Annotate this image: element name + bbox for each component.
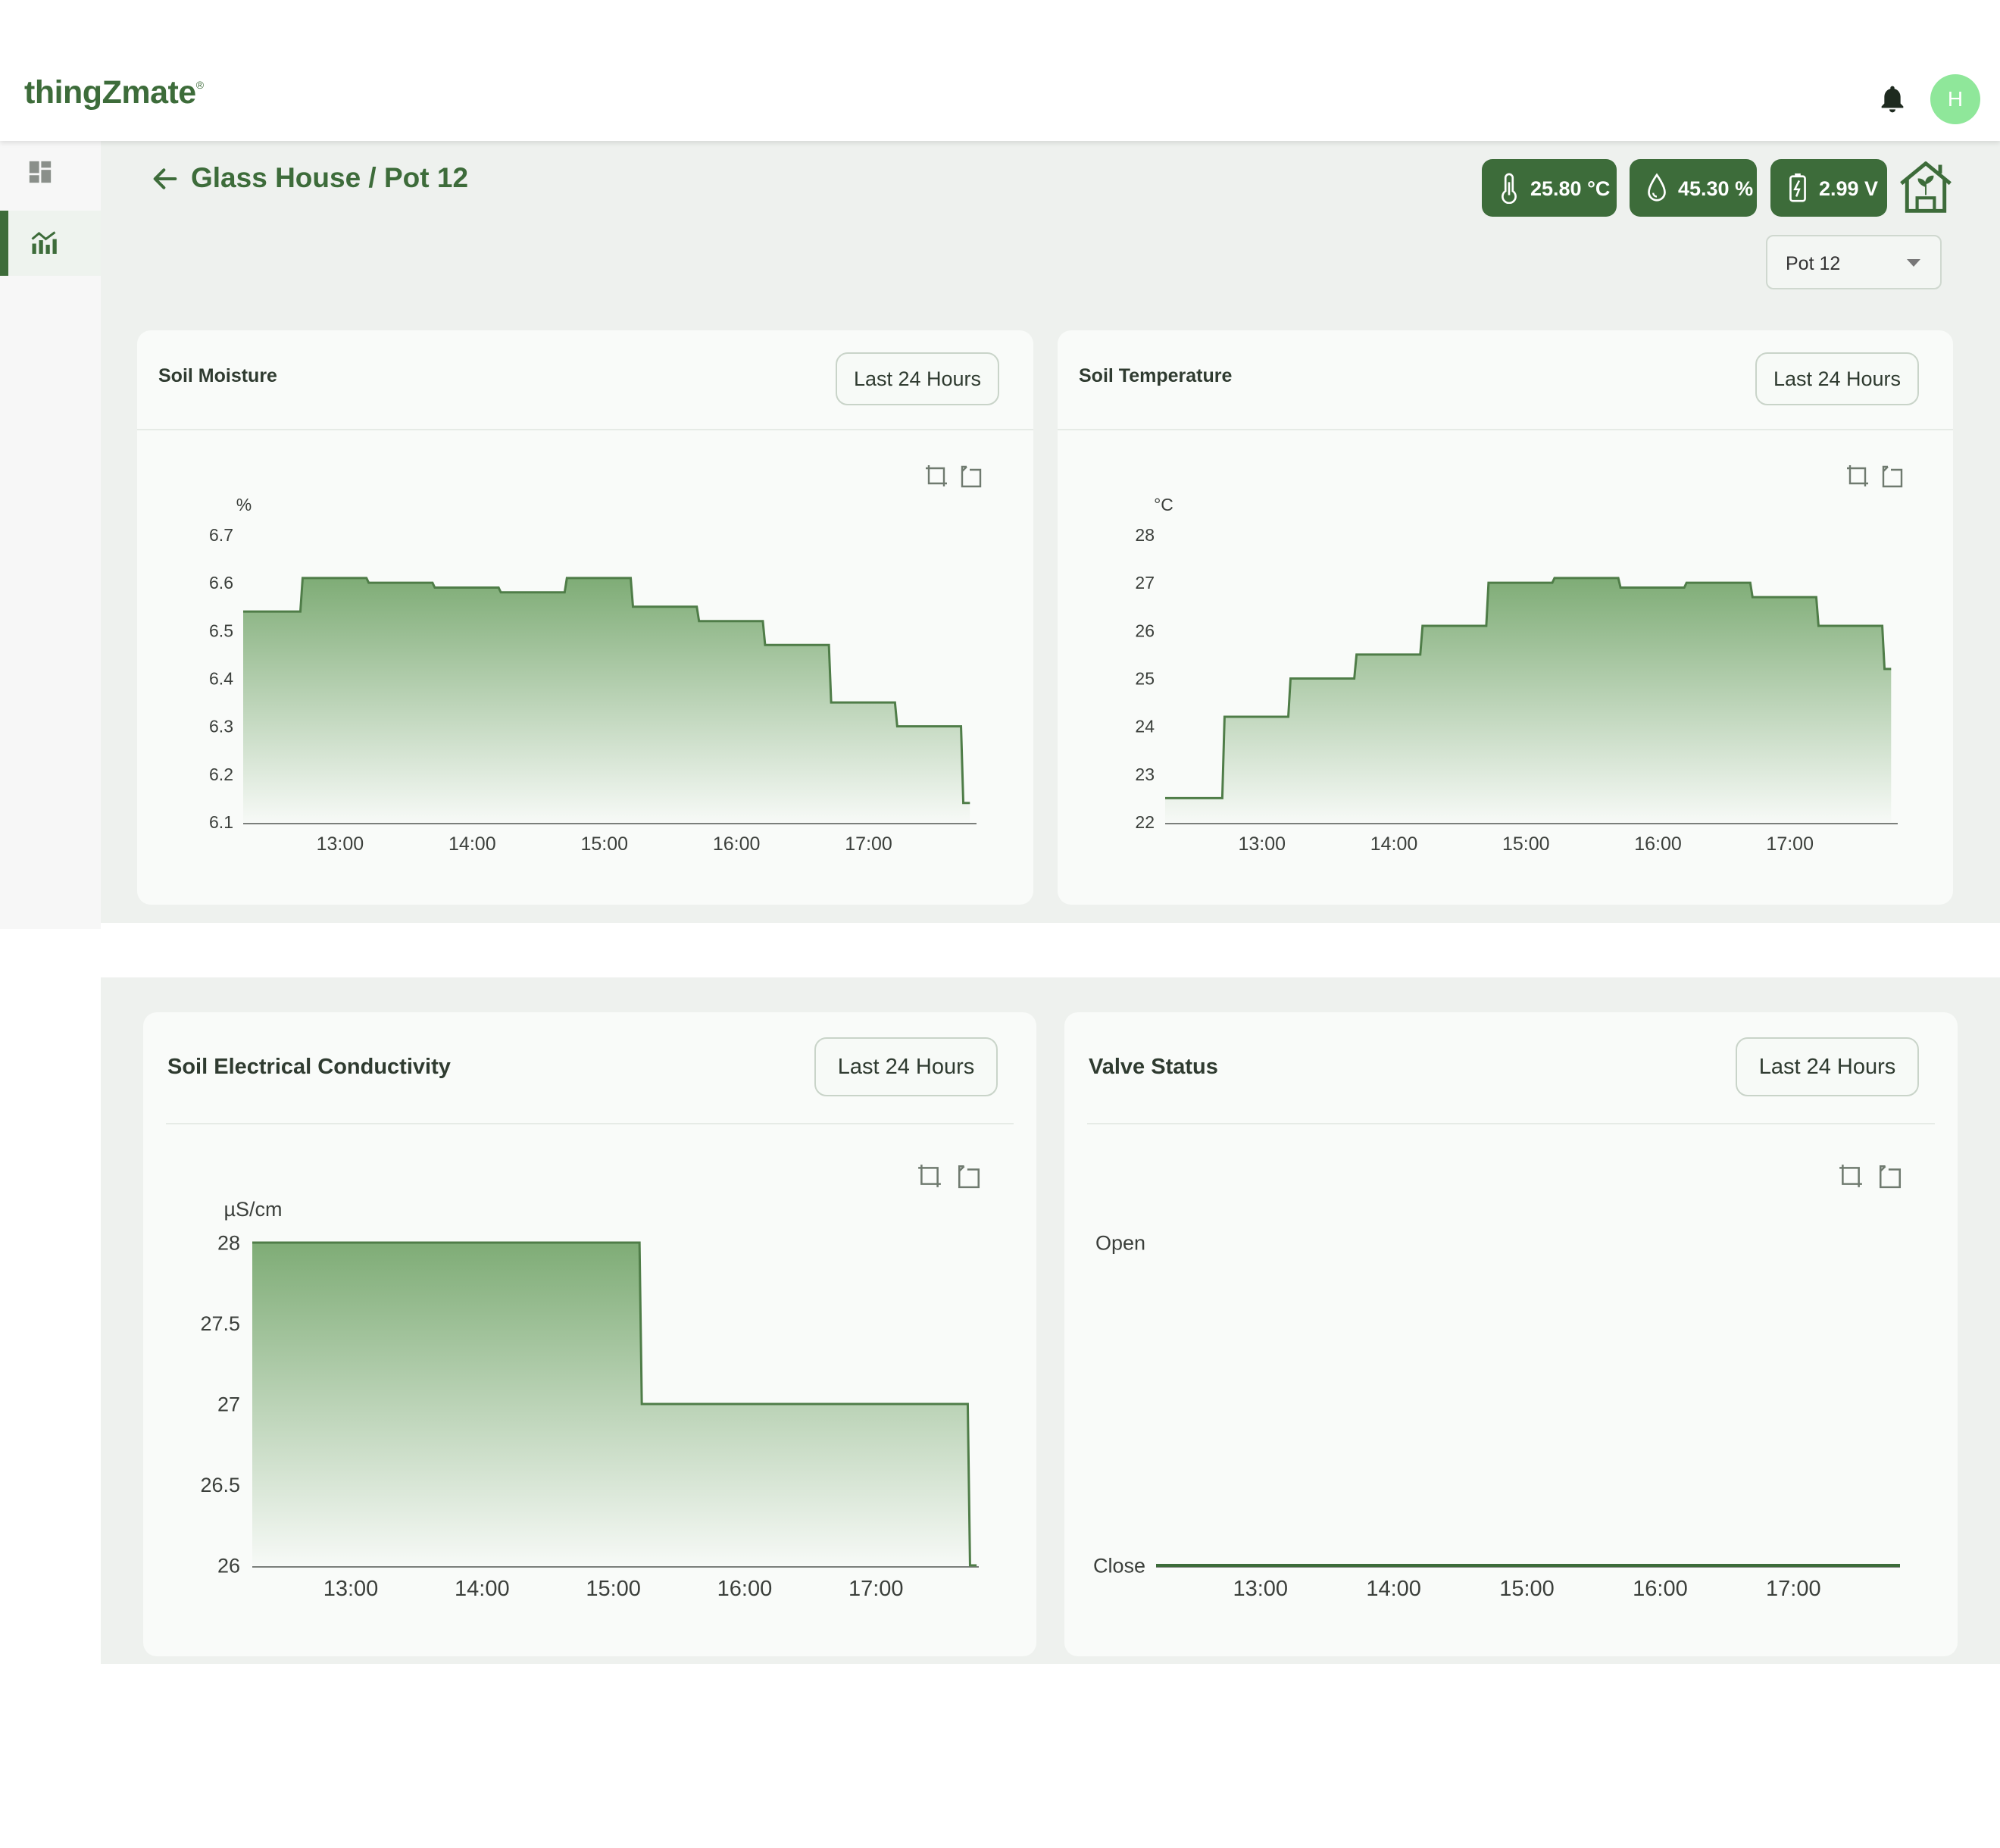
temperature-reading-chip: 25.80 °C bbox=[1482, 159, 1617, 217]
valve-status-card: Valve Status Last 24 Hours bbox=[1064, 1012, 1958, 1656]
humidity-value: 45.30 % bbox=[1678, 177, 1754, 200]
zoom-select-icon[interactable] bbox=[1845, 464, 1870, 488]
time-range-button[interactable]: Last 24 Hours bbox=[1755, 352, 1919, 405]
time-range-button[interactable]: Last 24 Hours bbox=[1736, 1037, 1919, 1096]
pot-select[interactable]: Pot 12 bbox=[1766, 235, 1942, 289]
card-title: Valve Status bbox=[1089, 1055, 1218, 1079]
zoom-select-icon[interactable] bbox=[1838, 1163, 1864, 1189]
reset-zoom-icon[interactable] bbox=[956, 1163, 982, 1189]
sidebar-item-analytics[interactable] bbox=[0, 211, 101, 276]
sidebar bbox=[0, 141, 101, 929]
logo[interactable]: thingZmate® bbox=[24, 74, 204, 111]
soil-temperature-card: Soil Temperature Last 24 Hours bbox=[1058, 330, 1953, 905]
dashboard-icon bbox=[29, 161, 52, 183]
back-arrow-icon[interactable] bbox=[150, 164, 180, 194]
card-divider bbox=[1058, 429, 1953, 430]
card-title: Soil Moisture bbox=[158, 365, 277, 386]
reset-zoom-icon[interactable] bbox=[959, 464, 983, 488]
humidity-reading-chip: 45.30 % bbox=[1630, 159, 1757, 217]
logo-registered-mark: ® bbox=[195, 79, 204, 91]
sidebar-item-dashboard[interactable] bbox=[0, 141, 101, 206]
chevron-down-icon bbox=[1907, 259, 1920, 267]
card-divider bbox=[166, 1123, 1014, 1124]
top-bar: thingZmate® H bbox=[0, 0, 2000, 141]
card-title: Soil Temperature bbox=[1079, 365, 1233, 386]
reset-zoom-icon[interactable] bbox=[1880, 464, 1905, 488]
greenhouse-icon[interactable] bbox=[1897, 158, 1955, 215]
temperature-value: 25.80 °C bbox=[1530, 177, 1611, 200]
soil-moisture-card: Soil Moisture Last 24 Hours bbox=[137, 330, 1033, 905]
card-divider bbox=[137, 429, 1033, 430]
breadcrumb: Glass House / Pot 12 bbox=[191, 162, 469, 193]
user-avatar[interactable]: H bbox=[1930, 74, 1980, 124]
time-range-button[interactable]: Last 24 Hours bbox=[836, 352, 999, 405]
zoom-select-icon[interactable] bbox=[924, 464, 948, 488]
time-range-button[interactable]: Last 24 Hours bbox=[814, 1037, 998, 1096]
battery-icon bbox=[1789, 173, 1806, 202]
thermometer-icon bbox=[1502, 173, 1517, 204]
pot-select-value: Pot 12 bbox=[1786, 253, 1841, 274]
water-drop-icon bbox=[1648, 173, 1666, 202]
battery-value: 2.99 V bbox=[1819, 177, 1879, 200]
reset-zoom-icon[interactable] bbox=[1877, 1163, 1903, 1189]
soil-ec-card: Soil Electrical Conductivity Last 24 Hou… bbox=[143, 1012, 1036, 1656]
card-title: Soil Electrical Conductivity bbox=[167, 1055, 451, 1079]
analytics-icon bbox=[31, 231, 57, 254]
card-divider bbox=[1087, 1123, 1935, 1124]
logo-text: thingZmate bbox=[24, 74, 196, 111]
battery-reading-chip: 2.99 V bbox=[1770, 159, 1887, 217]
notification-bell-icon[interactable] bbox=[1877, 83, 1908, 117]
zoom-select-icon[interactable] bbox=[917, 1163, 942, 1189]
